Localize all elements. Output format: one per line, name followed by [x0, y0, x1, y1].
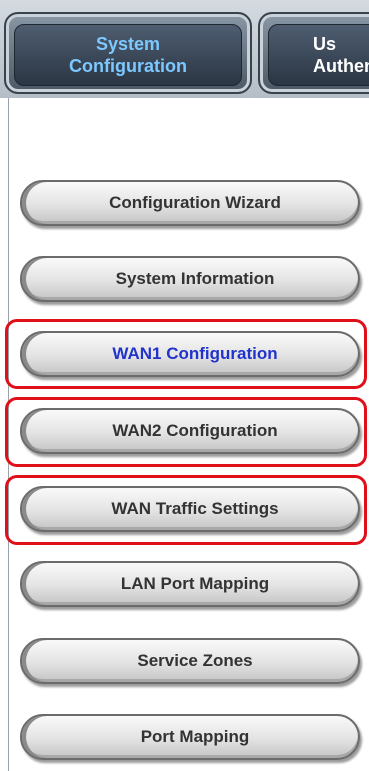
menu-item-label: System Information — [115, 269, 275, 288]
tab-user-authentication-face: Us Authen — [268, 24, 369, 86]
page: System Configuration Us Authen Configura… — [0, 0, 369, 771]
menu-item-label: Service Zones — [137, 651, 253, 670]
menu-item-label: Port Mapping — [140, 727, 250, 746]
tab-system-configuration-face: System Configuration — [14, 24, 242, 86]
menu-item-wan1-configuration[interactable]: WAN1 Configuration — [20, 331, 360, 377]
tab-user-authentication[interactable]: Us Authen — [258, 12, 369, 94]
tab-system-line1: System — [95, 34, 161, 54]
menu-item-wan2-configuration[interactable]: WAN2 Configuration — [20, 408, 360, 454]
tab-system-line2: Configuration — [69, 56, 187, 76]
menu-item-label: WAN1 Configuration — [112, 344, 278, 363]
tab-system-configuration[interactable]: System Configuration — [4, 12, 252, 94]
menu-item-label: WAN2 Configuration — [112, 421, 278, 440]
menu-item-lan-port-mapping[interactable]: LAN Port Mapping — [20, 561, 360, 607]
menu-item-label: Configuration Wizard — [109, 193, 281, 212]
menu-item-wan-traffic-settings[interactable]: WAN Traffic Settings — [20, 486, 360, 532]
tab-user-line1: Us — [313, 34, 337, 54]
menu-item-system-information[interactable]: System Information — [20, 256, 360, 302]
menu-item-configuration-wizard[interactable]: Configuration Wizard — [20, 180, 360, 226]
menu-item-label: LAN Port Mapping — [120, 574, 270, 593]
menu-item-port-mapping[interactable]: Port Mapping — [20, 714, 360, 760]
tab-user-line2: Authen — [313, 56, 369, 76]
menu-item-service-zones[interactable]: Service Zones — [20, 638, 360, 684]
menu-item-label: WAN Traffic Settings — [111, 499, 279, 518]
top-tab-bar: System Configuration Us Authen — [0, 0, 369, 98]
